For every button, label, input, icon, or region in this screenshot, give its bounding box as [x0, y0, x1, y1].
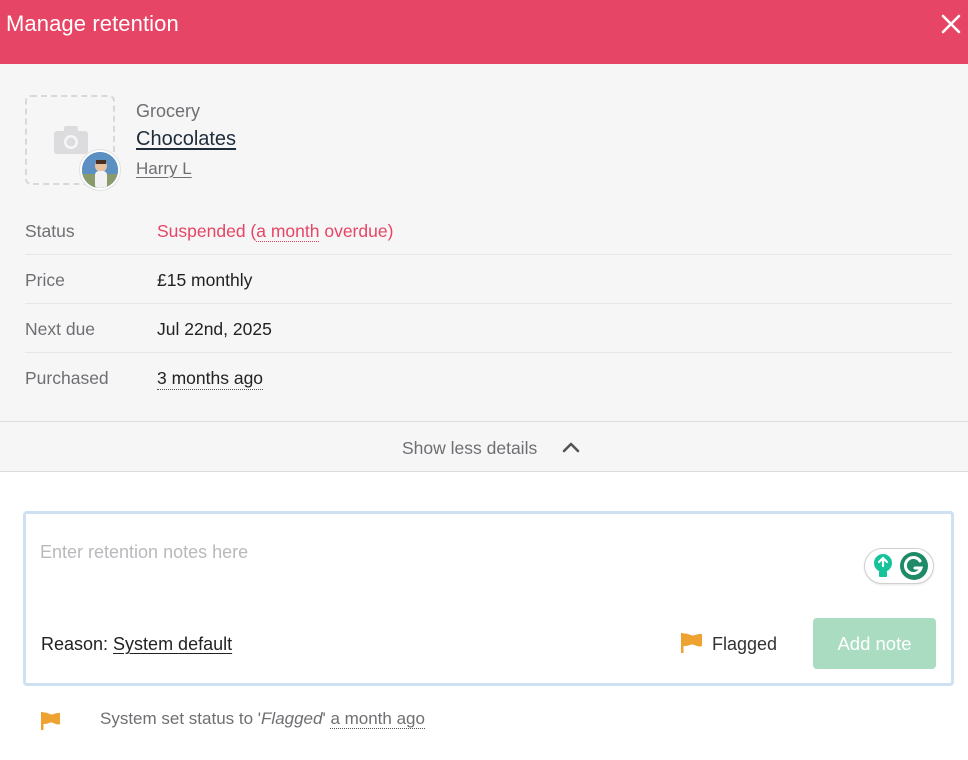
retention-note-form: Reason: System default Flagged Add note	[23, 511, 954, 686]
lightbulb-icon	[874, 554, 892, 577]
close-icon	[941, 14, 961, 34]
purchased-label: Purchased	[25, 368, 109, 388]
modal-title: Manage retention	[6, 11, 179, 36]
chevron-up-icon	[562, 442, 580, 453]
close-button[interactable]	[940, 12, 962, 36]
price-row: Price £15 monthly	[25, 255, 952, 304]
overdue-time: a month	[256, 221, 320, 242]
retention-notes-input[interactable]	[40, 532, 830, 572]
reason-label: Reason:	[41, 634, 114, 654]
modal-header: Manage retention	[0, 0, 968, 64]
customer-name-link[interactable]: Harry L	[136, 159, 192, 179]
next-due-row: Next due Jul 22nd, 2025	[25, 304, 952, 353]
price-label: Price	[25, 270, 65, 290]
next-due-label: Next due	[25, 319, 96, 339]
avatar[interactable]	[80, 150, 120, 190]
next-due-value: Jul 22nd, 2025	[157, 319, 272, 339]
grammarly-widget[interactable]	[864, 548, 934, 584]
price-value: £15 monthly	[157, 270, 253, 290]
activity-status: Flagged	[261, 709, 323, 728]
toggle-details-button[interactable]: Show less details	[0, 422, 968, 472]
camera-icon	[54, 126, 88, 154]
activity-log-entry: System set status to 'Flagged' a month a…	[100, 709, 425, 729]
status-row: Status Suspended (a month overdue)	[25, 206, 952, 255]
flag-icon	[41, 712, 60, 730]
activity-time: a month ago	[330, 709, 425, 729]
status-value: Suspended (a month overdue)	[157, 221, 394, 242]
reason-field: Reason: System default	[41, 634, 232, 655]
purchased-value: 3 months ago	[157, 368, 264, 390]
flag-icon	[681, 633, 702, 653]
add-note-button[interactable]: Add note	[813, 618, 936, 669]
toggle-details-label: Show less details	[402, 438, 538, 458]
grammarly-icon	[900, 552, 928, 580]
product-name-link[interactable]: Chocolates	[136, 128, 236, 151]
retention-details-panel: Grocery Chocolates Harry L Status Suspen…	[0, 64, 968, 422]
status-label: Status	[25, 221, 75, 241]
purchased-row: Purchased 3 months ago	[25, 353, 952, 402]
flag-status-label: Flagged	[712, 634, 778, 654]
reason-link[interactable]: System default	[113, 634, 232, 654]
product-category: Grocery	[136, 101, 201, 121]
